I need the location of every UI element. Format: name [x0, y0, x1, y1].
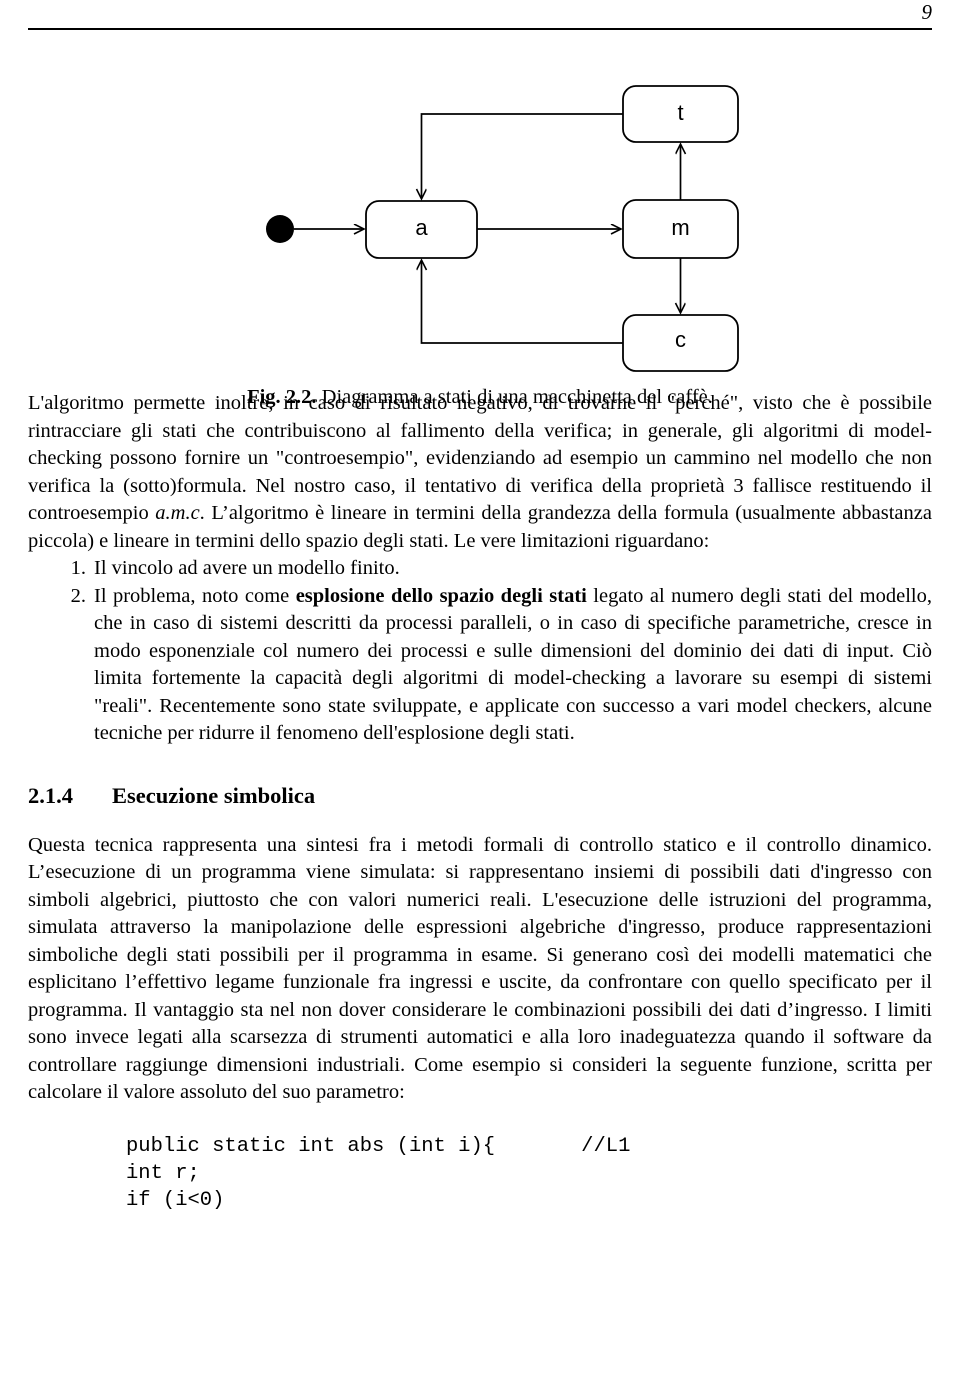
section-heading: 2.1.4 Esecuzione simbolica	[28, 782, 932, 810]
page-header: 9	[28, 0, 932, 36]
list-item-text-post: legato al numero degli stati del modello…	[94, 584, 932, 745]
initial-state-marker	[266, 215, 294, 243]
page-number: 9	[921, 0, 933, 24]
list-marker: 1.	[70, 557, 86, 579]
state-label-t: t	[677, 100, 683, 125]
figure-block: t a m c Fig. 2.2. Diagramma a stati di u…	[28, 60, 932, 408]
state-node-t: t	[622, 85, 739, 143]
list-item: 2. Il problema, noto come esplosione dell…	[28, 583, 932, 748]
paragraph-model-checking: L'algoritmo permette inoltre, in caso di…	[28, 390, 932, 555]
paragraph-symbolic-execution: Questa tecnica rappresenta una sintesi f…	[28, 833, 932, 1104]
figure-number: Fig. 2.2.	[247, 386, 317, 408]
state-node-a: a	[365, 200, 478, 259]
code-listing: public static int abs (int i){ //L1 int …	[126, 1134, 631, 1212]
state-node-c: c	[622, 314, 739, 372]
section-number: 2.1.4	[28, 782, 73, 808]
list-item: 1. Il vincolo ad avere un modello finito.	[28, 555, 932, 583]
state-label-m: m	[671, 215, 689, 240]
transition-c-to-a	[422, 260, 623, 344]
transition-t-to-a	[422, 113, 623, 199]
figure-caption-text: Diagramma a stati di una macchinetta del…	[316, 386, 713, 408]
header-rule	[28, 28, 932, 30]
section-title: Esecuzione simbolica	[112, 782, 316, 808]
state-diagram: t a m c	[266, 85, 739, 372]
figure-caption: Fig. 2.2. Diagramma a stati di una macch…	[28, 384, 932, 410]
state-label-c: c	[675, 327, 686, 352]
state-node-m: m	[622, 199, 739, 259]
list-marker: 2.	[70, 584, 86, 607]
counterexample-term: a.m.c	[155, 502, 200, 524]
document-page: 9 t a m c Fig. 2.2. Diagramma a stati di…	[0, 0, 960, 1376]
state-label-a: a	[415, 215, 428, 240]
list-item-text: Il vincolo ad avere un modello finito.	[94, 557, 400, 579]
list-item-text-pre: Il problema, noto come	[94, 584, 296, 607]
emphasis-state-explosion: esplosione dello spazio degli stati	[295, 584, 587, 607]
limitations-list: 1. Il vincolo ad avere un modello finito.…	[28, 555, 932, 748]
